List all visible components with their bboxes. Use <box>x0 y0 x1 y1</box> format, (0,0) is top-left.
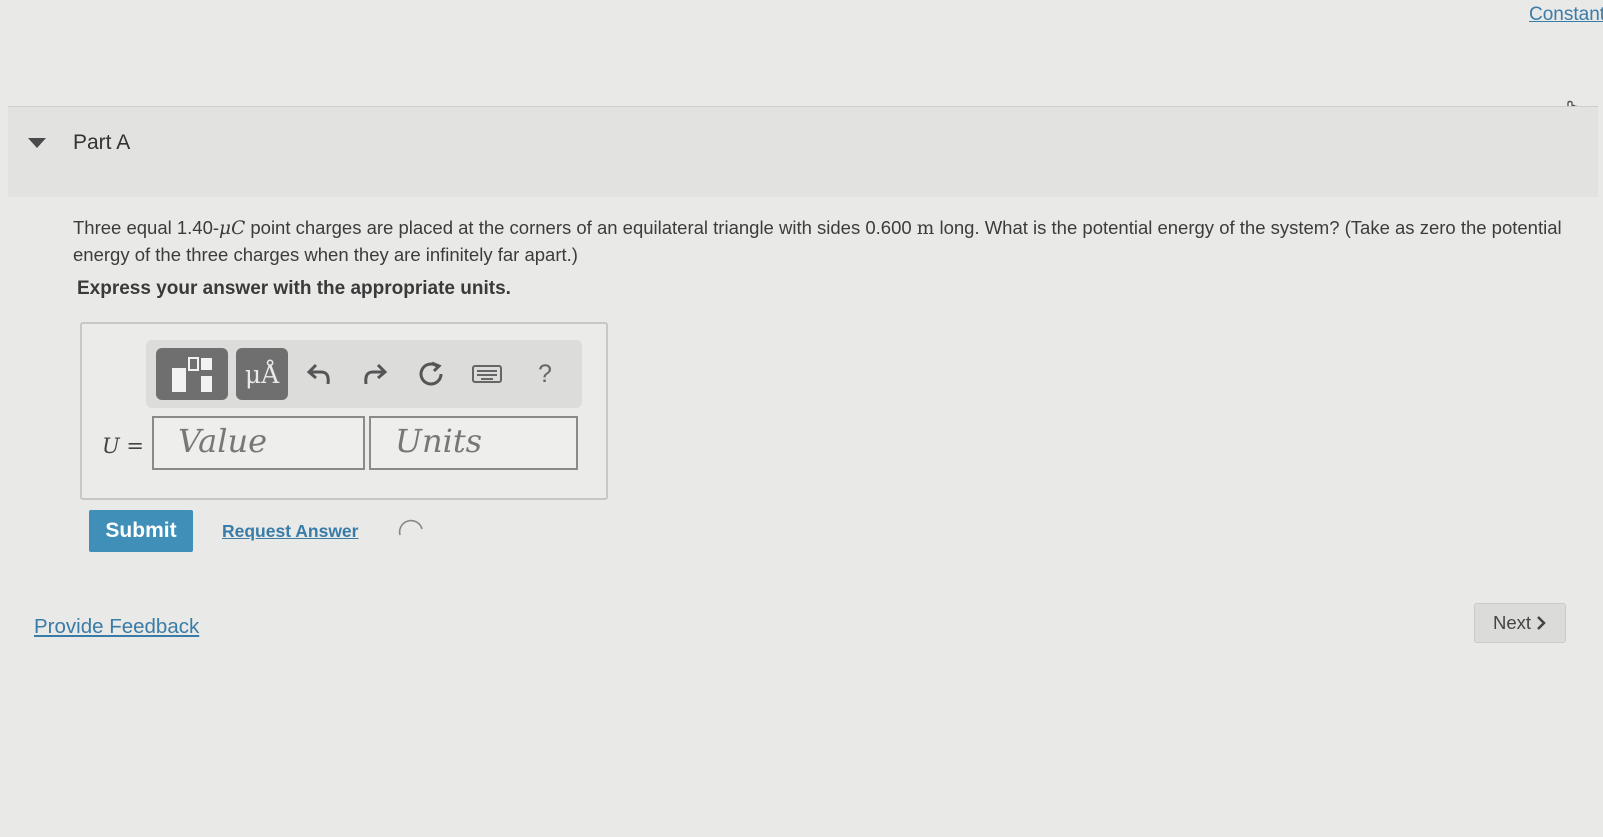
next-label: Next <box>1492 612 1532 633</box>
math-toolbar: μÅ ? <box>146 340 582 408</box>
request-answer-link[interactable]: Request Answer <box>222 521 358 542</box>
undo-icon[interactable] <box>298 352 340 396</box>
equals-sign: = <box>119 434 144 458</box>
templates-icon <box>172 357 212 392</box>
part-header[interactable]: Part A <box>8 106 1598 197</box>
reset-icon[interactable] <box>410 352 452 396</box>
variable-label: U = <box>102 434 144 458</box>
units-button[interactable]: μÅ <box>236 348 288 400</box>
part-title: Part A <box>73 131 131 154</box>
spinner-icon <box>398 519 423 536</box>
help-label: ? <box>538 359 552 388</box>
provide-feedback-link[interactable]: Provide Feedback <box>34 615 199 639</box>
units-label: μÅ <box>244 359 280 389</box>
question-text-part: Three equal 1.40- <box>73 217 220 238</box>
help-button[interactable]: ? <box>524 352 566 396</box>
value-input[interactable]: Value <box>152 416 365 470</box>
templates-button[interactable] <box>156 348 228 400</box>
charge-unit: μC <box>219 218 246 239</box>
variable-symbol: U <box>102 434 120 458</box>
keyboard-icon[interactable] <box>466 352 508 396</box>
units-input[interactable]: Units <box>369 416 578 470</box>
chevron-right-icon <box>1537 616 1546 630</box>
constants-link[interactable]: Constants <box>1529 4 1603 26</box>
submit-button[interactable]: Submit <box>89 510 193 552</box>
redo-icon[interactable] <box>354 352 396 396</box>
next-button[interactable]: Next <box>1474 603 1566 643</box>
question-text: Three equal 1.40-μC point charges are pl… <box>73 215 1593 268</box>
instruction-text: Express your answer with the appropriate… <box>77 278 511 299</box>
question-text-part: point charges are placed at the corners … <box>245 217 917 238</box>
length-unit: m <box>916 218 935 239</box>
answer-box: μÅ ? U = Value Units <box>80 322 608 500</box>
caret-down-icon[interactable] <box>28 138 46 148</box>
